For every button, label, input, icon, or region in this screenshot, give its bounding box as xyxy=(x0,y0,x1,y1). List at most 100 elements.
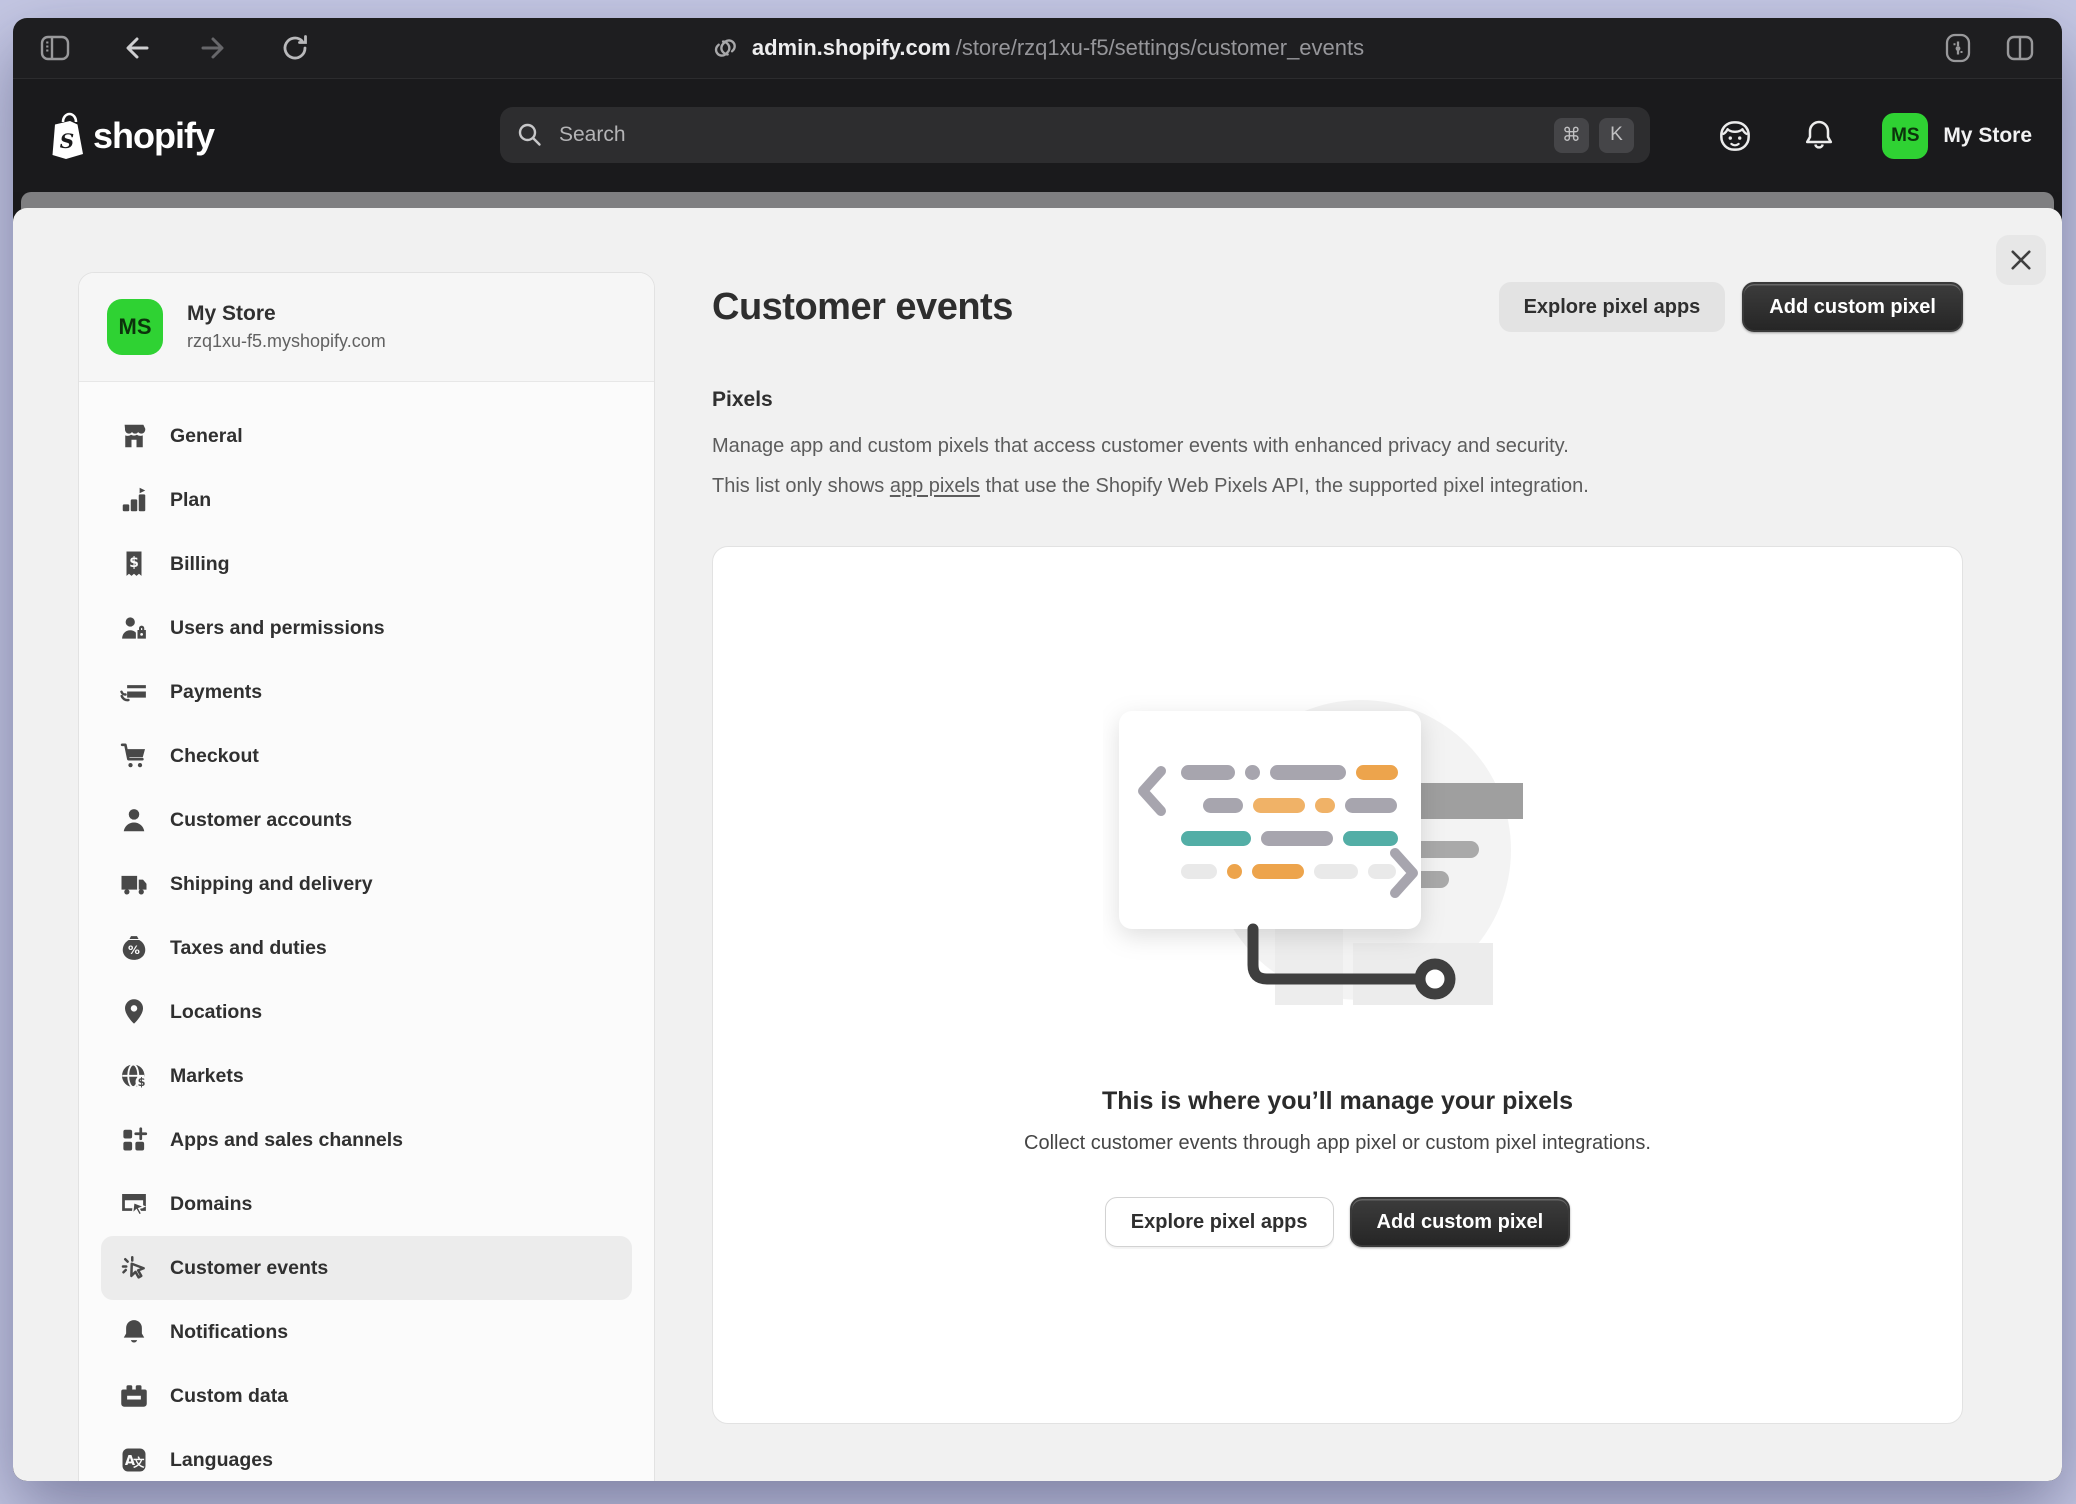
sidebar-item-label: Checkout xyxy=(170,745,259,768)
store-name: My Store xyxy=(1943,124,2032,148)
sidebar-item-customer-events[interactable]: Customer events xyxy=(101,1236,632,1300)
sidebar-store-header: MS My Store rzq1xu-f5.myshopify.com xyxy=(79,273,654,382)
address-bar[interactable]: admin.shopify.com/store/rzq1xu-f5/settin… xyxy=(711,34,1364,62)
cursor-spark-icon xyxy=(119,1253,149,1283)
sidebar-item-label: Apps and sales channels xyxy=(170,1129,403,1152)
sidebar-item-domains[interactable]: Domains xyxy=(101,1172,632,1236)
pixels-empty-state-card: This is where you’ll manage your pixels … xyxy=(712,546,1963,1424)
sidebar-item-label: Billing xyxy=(170,553,230,576)
add-custom-pixel-button-empty[interactable]: Add custom pixel xyxy=(1350,1197,1571,1247)
sidebar-item-label: Domains xyxy=(170,1193,252,1216)
empty-state-title: This is where you’ll manage your pixels xyxy=(1102,1087,1573,1116)
shopify-logo[interactable]: S shopify xyxy=(43,112,214,160)
shopify-wordmark: shopify xyxy=(93,115,214,157)
sidebar-item-markets[interactable]: $ Markets xyxy=(101,1044,632,1108)
sidebar-item-taxes-and-duties[interactable]: % Taxes and duties xyxy=(101,916,632,980)
apps-grid-icon xyxy=(119,1125,149,1155)
globe-dollar-icon: $ xyxy=(119,1061,149,1091)
settings-modal: MS My Store rzq1xu-f5.myshopify.com Gene… xyxy=(13,208,2062,1481)
url-path: /store/rzq1xu-f5/settings/customer_event… xyxy=(956,35,1364,61)
billing-icon: $ xyxy=(119,549,149,579)
sidebar-item-general[interactable]: General xyxy=(101,404,632,468)
data-box-icon xyxy=(119,1381,149,1411)
translate-icon: A文 xyxy=(119,1445,149,1475)
pixels-illustration xyxy=(1103,695,1573,1007)
sidebar-item-apps-and-sales-channels[interactable]: Apps and sales channels xyxy=(101,1108,632,1172)
browser-chrome: admin.shopify.com/store/rzq1xu-f5/settin… xyxy=(13,18,2062,78)
sidebar-item-locations[interactable]: Locations xyxy=(101,980,632,1044)
sidebar-item-label: Markets xyxy=(170,1065,244,1088)
forward-icon[interactable] xyxy=(197,30,233,66)
sidebar-item-label: Custom data xyxy=(170,1385,288,1408)
person-icon xyxy=(119,805,149,835)
sidebar-item-label: Taxes and duties xyxy=(170,937,327,960)
add-custom-pixel-button[interactable]: Add custom pixel xyxy=(1742,282,1963,332)
svg-text:%: % xyxy=(128,943,140,957)
sidebar-store-domain: rzq1xu-f5.myshopify.com xyxy=(187,331,386,352)
app-pixels-link[interactable]: app pixels xyxy=(890,475,980,497)
link-icon xyxy=(711,34,739,62)
sidebar-item-label: Plan xyxy=(170,489,211,512)
shopify-bag-icon: S xyxy=(43,112,85,160)
sidebar-toggle-icon[interactable] xyxy=(37,30,73,66)
pixels-description-line2: This list only shows app pixels that use… xyxy=(712,466,1963,506)
store-avatar: MS xyxy=(1882,113,1928,159)
sidebar-store-name: My Store xyxy=(187,302,386,326)
sidekick-assistant-icon[interactable] xyxy=(1714,115,1756,157)
search-placeholder: Search xyxy=(559,123,626,147)
sidebar-item-label: Notifications xyxy=(170,1321,288,1344)
browser-window: admin.shopify.com/store/rzq1xu-f5/settin… xyxy=(13,18,2062,1481)
reload-icon[interactable] xyxy=(277,30,313,66)
sidebar-item-users-and-permissions[interactable]: Users and permissions xyxy=(101,596,632,660)
sidebar-item-checkout[interactable]: Checkout xyxy=(101,724,632,788)
pixels-description-line1: Manage app and custom pixels that access… xyxy=(712,426,1963,466)
payments-card-icon xyxy=(119,677,149,707)
sidebar-item-label: Customer accounts xyxy=(170,809,352,832)
explore-pixel-apps-button[interactable]: Explore pixel apps xyxy=(1499,282,1726,332)
kbd-command: ⌘ xyxy=(1554,118,1589,153)
account-menu[interactable]: MS My Store xyxy=(1882,113,2032,159)
map-pin-icon xyxy=(119,997,149,1027)
sidebar-item-payments[interactable]: Payments xyxy=(101,660,632,724)
search-input[interactable]: Search ⌘ K xyxy=(500,107,1650,163)
dimmed-page-edge xyxy=(21,192,2054,209)
svg-text:S: S xyxy=(60,129,74,153)
pixels-description: Manage app and custom pixels that access… xyxy=(712,426,1963,506)
sidebar-item-billing[interactable]: $ Billing xyxy=(101,532,632,596)
back-icon[interactable] xyxy=(117,30,153,66)
store-icon xyxy=(119,421,149,451)
page-title: Customer events xyxy=(712,286,1013,329)
truck-icon xyxy=(119,869,149,899)
settings-sidebar: MS My Store rzq1xu-f5.myshopify.com Gene… xyxy=(78,272,655,1481)
settings-nav: General Plan $ Billing Users and permiss… xyxy=(79,382,654,1481)
explore-pixel-apps-button-empty[interactable]: Explore pixel apps xyxy=(1105,1197,1334,1247)
sidebar-item-custom-data[interactable]: Custom data xyxy=(101,1364,632,1428)
split-view-icon[interactable] xyxy=(2002,30,2038,66)
sidebar-item-shipping-and-delivery[interactable]: Shipping and delivery xyxy=(101,852,632,916)
svg-text:$: $ xyxy=(129,555,139,571)
sidebar-item-plan[interactable]: Plan xyxy=(101,468,632,532)
sidebar-item-customer-accounts[interactable]: Customer accounts xyxy=(101,788,632,852)
svg-text:$: $ xyxy=(138,1076,146,1089)
customer-events-page: Customer events Explore pixel apps Add c… xyxy=(655,208,2062,1481)
search-icon xyxy=(516,121,544,149)
sidebar-item-label: Users and permissions xyxy=(170,617,385,640)
sidebar-item-notifications[interactable]: Notifications xyxy=(101,1300,632,1364)
plan-icon xyxy=(119,485,149,515)
notifications-bell-icon[interactable] xyxy=(1798,115,1840,157)
empty-state-subtitle: Collect customer events through app pixe… xyxy=(1024,1132,1651,1155)
sidebar-item-label: Shipping and delivery xyxy=(170,873,373,896)
sidebar-item-label: Locations xyxy=(170,1001,262,1024)
sidebar-store-avatar: MS xyxy=(107,299,163,355)
cart-icon xyxy=(119,741,149,771)
pixels-section-title: Pixels xyxy=(712,388,1963,412)
svg-text:文: 文 xyxy=(133,1456,145,1470)
window-cursor-icon xyxy=(119,1189,149,1219)
browser-tools-icon[interactable] xyxy=(1940,30,1976,66)
url-host: admin.shopify.com xyxy=(752,35,951,61)
user-lock-icon xyxy=(119,613,149,643)
sidebar-item-label: Payments xyxy=(170,681,262,704)
money-bag-icon: % xyxy=(119,933,149,963)
sidebar-item-languages[interactable]: A文 Languages xyxy=(101,1428,632,1481)
settings-backdrop: MS My Store rzq1xu-f5.myshopify.com Gene… xyxy=(13,192,2062,1481)
